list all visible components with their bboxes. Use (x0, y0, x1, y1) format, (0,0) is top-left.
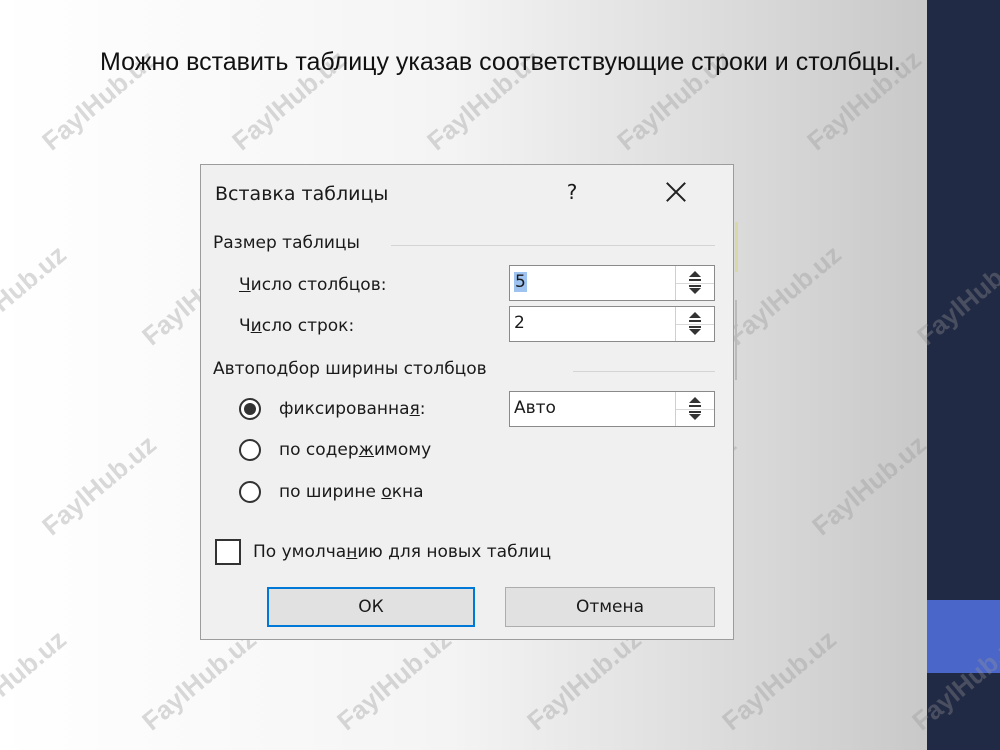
columns-label-text: исло столбцов: (250, 275, 387, 295)
watermark: FaylHub.uz (0, 239, 72, 352)
slide-body-text: Можно вставить таблицу указав соответств… (100, 48, 901, 76)
slide-sidebar-accent (927, 600, 1000, 673)
ok-button[interactable]: ОК (267, 587, 475, 627)
radio-window-mnemonic: о (381, 482, 392, 502)
fixed-width-stepper[interactable]: Авто (509, 391, 715, 427)
columns-value[interactable]: 5 (514, 272, 527, 292)
watermark: FaylHub.uz (36, 429, 162, 542)
radio-content-text: по содер (279, 440, 359, 460)
dialog-title: Вставка таблицы (215, 183, 389, 205)
group-divider (573, 371, 715, 372)
background-window-edge (735, 300, 737, 380)
rows-label-text: сло строк: (261, 316, 355, 336)
background-ribbon-fragment (200, 150, 530, 164)
radio-fixed[interactable] (239, 398, 261, 420)
autofit-group-label: Автоподбор ширины столбцов (213, 359, 487, 379)
radio-content-text: имому (374, 440, 432, 460)
watermark: FaylHub.uz (0, 624, 72, 737)
radio-fixed-text: фиксированна (279, 399, 410, 419)
rows-label-text: Ч (239, 316, 251, 336)
columns-label-mnemonic: Ч (239, 275, 251, 295)
radio-autofit-content-label[interactable]: по содержимому (279, 440, 431, 460)
default-for-new-tables-checkbox[interactable] (215, 539, 241, 565)
radio-autofit-window[interactable] (239, 481, 261, 503)
radio-window-text: кна (391, 482, 424, 502)
cancel-button[interactable]: Отмена (505, 587, 715, 627)
fixed-width-spin-buttons (675, 392, 714, 426)
rows-spin-buttons (675, 307, 714, 341)
group-divider (391, 245, 715, 246)
insert-table-dialog: Вставка таблицы ? Размер таблицы Число с… (200, 164, 734, 640)
rows-label-mnemonic: и (250, 316, 262, 336)
default-label-text: ию для новых таблиц (357, 542, 552, 562)
spin-up-icon[interactable] (676, 307, 714, 325)
fixed-width-value[interactable]: Авто (514, 398, 556, 418)
spin-up-icon[interactable] (676, 392, 714, 410)
radio-autofit-window-label[interactable]: по ширине окна (279, 482, 424, 502)
radio-content-mnemonic: ж (358, 440, 374, 460)
columns-stepper[interactable]: 5 (509, 265, 715, 301)
background-window-edge (735, 222, 738, 272)
spin-down-icon[interactable] (676, 324, 714, 341)
radio-window-text: по ширине (279, 482, 382, 502)
radio-fixed-mnemonic: я (409, 399, 420, 419)
watermark: FaylHub.uz (136, 624, 262, 737)
watermark: FaylHub.uz (521, 624, 647, 737)
radio-autofit-content[interactable] (239, 439, 261, 461)
radio-fixed-label[interactable]: фиксированная: (279, 399, 426, 419)
watermark: FaylHub.uz (721, 239, 847, 352)
spin-up-icon[interactable] (676, 266, 714, 284)
rows-stepper[interactable]: 2 (509, 306, 715, 342)
columns-label: Число столбцов: (239, 275, 386, 295)
columns-spin-buttons (675, 266, 714, 300)
default-label-text: По умолча (253, 542, 347, 562)
watermark: FaylHub.uz (716, 624, 842, 737)
default-label-mnemonic: н (346, 542, 358, 562)
default-for-new-tables-label[interactable]: По умолчанию для новых таблиц (253, 542, 551, 562)
rows-value[interactable]: 2 (514, 313, 525, 333)
spin-down-icon[interactable] (676, 283, 714, 300)
rows-label: Число строк: (239, 316, 354, 336)
spin-down-icon[interactable] (676, 409, 714, 426)
close-icon[interactable] (659, 175, 693, 209)
radio-fixed-text: : (419, 399, 426, 419)
watermark: FaylHub.uz (806, 429, 932, 542)
watermark: FaylHub.uz (331, 624, 457, 737)
help-button[interactable]: ? (557, 177, 587, 207)
table-size-group-label: Размер таблицы (213, 233, 360, 253)
